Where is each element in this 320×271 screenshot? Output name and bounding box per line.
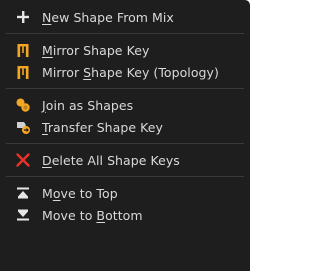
menu-item-new-shape-from-mix[interactable]: New Shape From Mix	[0, 6, 250, 28]
menu-separator	[6, 33, 244, 34]
menu-item-label: Join as Shapes	[42, 97, 134, 113]
menu-item-move-to-bottom[interactable]: Move to Bottom	[0, 204, 250, 226]
mirror-icon	[15, 64, 31, 80]
menu-item-label: Delete All Shape Keys	[42, 152, 180, 168]
mirror-icon	[15, 42, 31, 58]
menu-separator	[6, 143, 244, 144]
transfer-shape-icon	[15, 119, 31, 135]
menu-item-label: Mirror Shape Key (Topology)	[42, 64, 219, 80]
menu-separator	[6, 176, 244, 177]
move-to-bottom-icon	[15, 207, 31, 223]
x-icon	[15, 152, 31, 168]
plus-icon	[15, 9, 31, 25]
menu-item-label: Move to Top	[42, 185, 118, 201]
menu-item-mirror-shape-key-topology[interactable]: Mirror Shape Key (Topology)	[0, 61, 250, 83]
menu-item-label: New Shape From Mix	[42, 9, 174, 25]
join-shapes-icon	[15, 97, 31, 113]
menu-item-mirror-shape-key[interactable]: Mirror Shape Key	[0, 39, 250, 61]
menu-item-move-to-top[interactable]: Move to Top	[0, 182, 250, 204]
menu-item-join-as-shapes[interactable]: Join as Shapes	[0, 94, 250, 116]
menu-separator	[6, 88, 244, 89]
menu-item-delete-all-shape-keys[interactable]: Delete All Shape Keys	[0, 149, 250, 171]
menu-item-label: Mirror Shape Key	[42, 42, 150, 58]
menu-item-label: Transfer Shape Key	[42, 119, 163, 135]
menu-item-transfer-shape-key[interactable]: Transfer Shape Key	[0, 116, 250, 138]
shape-key-specials-menu: New Shape From Mix Mirror Shape Key Mirr…	[0, 0, 250, 271]
move-to-top-icon	[15, 185, 31, 201]
menu-item-label: Move to Bottom	[42, 207, 143, 223]
